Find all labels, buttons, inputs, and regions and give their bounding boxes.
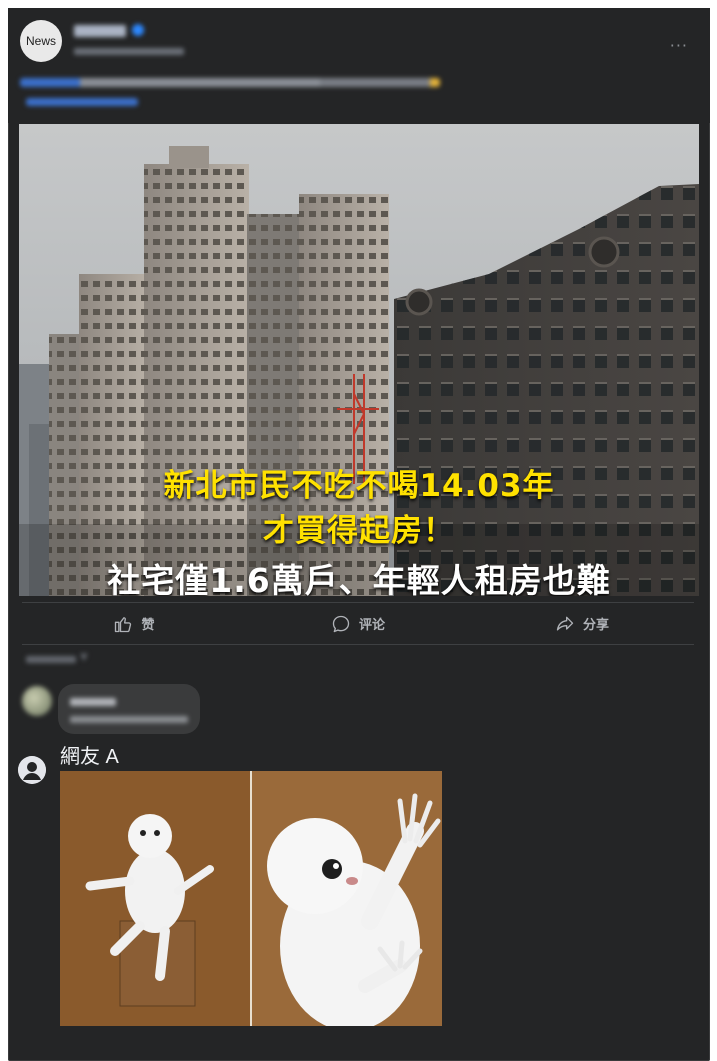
person-icon bbox=[18, 756, 46, 784]
image-caption-line1: 新北市民不吃不喝14.03年 bbox=[163, 468, 555, 504]
share-arrow-icon bbox=[556, 616, 574, 630]
post-header: News ··· bbox=[8, 8, 710, 123]
comment-image[interactable] bbox=[60, 771, 442, 1031]
commenter-name-blurred[interactable] bbox=[70, 698, 116, 706]
post-meta-blurred bbox=[74, 48, 184, 55]
comment-text-blurred bbox=[70, 716, 188, 723]
commenter-avatar-blurred[interactable] bbox=[22, 686, 52, 716]
post-link-blurred[interactable] bbox=[26, 98, 138, 106]
image-caption-line2: 才買得起房！ bbox=[263, 513, 455, 549]
page-avatar-label: News bbox=[25, 34, 56, 48]
more-options-icon[interactable]: ··· bbox=[670, 36, 688, 55]
comment-bubble bbox=[58, 684, 200, 734]
share-label: 分享 bbox=[582, 618, 609, 633]
post-card: News ··· 新北市民不吃不喝14.03年 才買得起房！ 社宅僅1.6萬戶、… bbox=[8, 8, 710, 1061]
comment-button[interactable]: 评论 bbox=[246, 603, 470, 644]
thumbs-up-icon bbox=[115, 616, 132, 632]
like-button[interactable]: 赞 bbox=[22, 603, 246, 644]
page-name-blurred[interactable] bbox=[74, 25, 126, 37]
verified-badge-icon bbox=[132, 24, 144, 36]
post-text-blurred bbox=[20, 78, 440, 87]
post-action-bar: 赞 评论 分享 bbox=[22, 602, 694, 645]
comment-bubble-icon bbox=[332, 615, 350, 632]
comment-sort-blurred[interactable] bbox=[26, 656, 76, 663]
comment-label: 评论 bbox=[358, 618, 385, 633]
reply-user-name[interactable]: 網友 A bbox=[60, 740, 119, 769]
image-caption-line3: 社宅僅1.6萬戶、年輕人租房也難 bbox=[107, 561, 611, 596]
post-image[interactable]: 新北市民不吃不喝14.03年 才買得起房！ 社宅僅1.6萬戶、年輕人租房也難 bbox=[19, 124, 699, 596]
persian-cat-meme-image bbox=[60, 771, 442, 1031]
share-button[interactable]: 分享 bbox=[470, 603, 694, 644]
chevron-down-icon[interactable]: ▼ bbox=[80, 652, 88, 663]
page-avatar[interactable]: News bbox=[20, 20, 62, 62]
reply-user-avatar-icon[interactable] bbox=[18, 756, 46, 784]
like-label: 赞 bbox=[141, 618, 155, 633]
